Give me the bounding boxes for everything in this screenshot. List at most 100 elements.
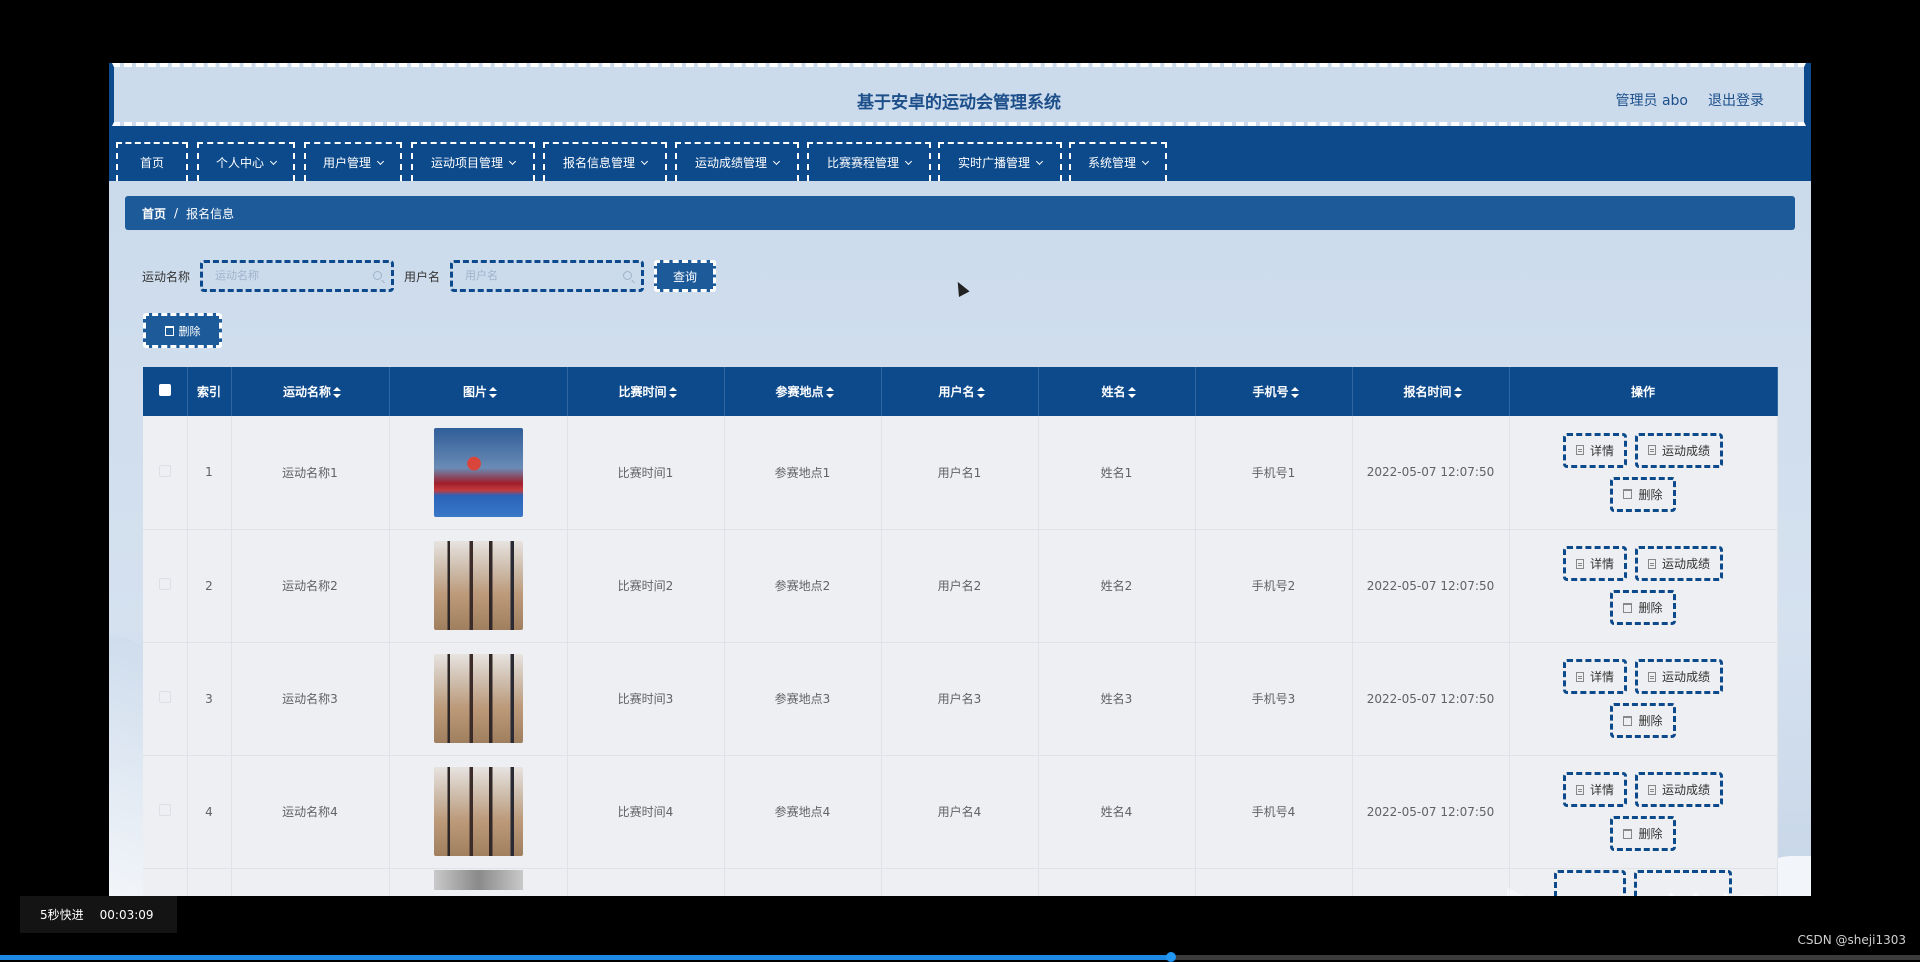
column-header-phone[interactable]: 手机号	[1195, 367, 1353, 416]
sport-image[interactable]	[433, 427, 523, 517]
query-button[interactable]: 查询	[654, 260, 717, 292]
column-header-label: 姓名	[1101, 385, 1126, 399]
score-button[interactable]	[1634, 869, 1732, 896]
detail-button[interactable]: 详情	[1562, 772, 1627, 807]
breadcrumb-home[interactable]: 首页	[142, 205, 166, 222]
detail-button[interactable]: 详情	[1562, 546, 1627, 581]
sport-image[interactable]	[433, 541, 523, 630]
sport-image[interactable]	[433, 767, 523, 856]
score-button[interactable]: 运动成绩	[1635, 546, 1724, 581]
score-button[interactable]: 运动成绩	[1635, 772, 1724, 807]
row-actions: 详情 运动成绩 删除	[1548, 659, 1738, 738]
row-checkbox[interactable]	[158, 804, 171, 816]
signup-table: 索引 运动名称 图片 比赛时间 参赛地点 用户名 姓名 手机号 报名时间 操作 …	[143, 367, 1778, 896]
breadcrumb-separator: /	[174, 206, 179, 220]
document-icon	[1575, 558, 1584, 569]
table-row-partial	[143, 868, 1778, 896]
nav-item-sports[interactable]: 运动项目管理	[411, 142, 535, 181]
column-header-name[interactable]: 姓名	[1038, 367, 1196, 416]
trash-icon	[164, 325, 174, 336]
cell-sport: 运动名称4	[231, 755, 390, 869]
detail-button[interactable]: 详情	[1562, 432, 1627, 468]
row-checkbox[interactable]	[158, 691, 171, 703]
sport-image[interactable]	[433, 654, 523, 743]
row-checkbox[interactable]	[158, 578, 171, 590]
username-field	[450, 260, 645, 292]
document-icon	[1575, 671, 1584, 682]
column-header-sport[interactable]: 运动名称	[231, 367, 390, 416]
cell-phone: 手机号4	[1195, 755, 1353, 869]
nav-item-users[interactable]: 用户管理	[304, 142, 402, 181]
cell-signup-time: 2022-05-07 12:07:50	[1352, 529, 1510, 643]
nav-item-home[interactable]: 首页	[116, 142, 188, 181]
select-all-checkbox[interactable]	[158, 384, 171, 396]
batch-delete-button[interactable]: 删除	[143, 313, 222, 348]
score-button[interactable]: 运动成绩	[1635, 659, 1724, 694]
cell-sport: 运动名称3	[231, 642, 390, 756]
detail-label: 详情	[1589, 670, 1614, 684]
progress-handle[interactable]	[1166, 952, 1177, 962]
score-label: 运动成绩	[1662, 670, 1711, 684]
delete-button[interactable]: 删除	[1610, 703, 1676, 738]
sport-name-input[interactable]	[203, 263, 354, 289]
delete-label: 删除	[1638, 827, 1663, 841]
cell-name: 姓名4	[1038, 755, 1196, 869]
nav-item-schedule[interactable]: 比赛赛程管理	[807, 142, 931, 181]
score-button[interactable]: 运动成绩	[1635, 432, 1724, 468]
nav-item-profile[interactable]: 个人中心	[197, 142, 295, 181]
nav-item-broadcast[interactable]: 实时广播管理	[938, 142, 1062, 181]
delete-button[interactable]: 删除	[1610, 476, 1676, 512]
table-row: 3 运动名称3 比赛时间3 参赛地点3 用户名3 姓名3 手机号3 2022-0…	[143, 642, 1778, 756]
search-icon	[373, 271, 383, 280]
cell-username: 用户名2	[881, 529, 1039, 643]
cell-sport: 运动名称2	[231, 529, 390, 643]
role-label: 管理员 abo	[1615, 93, 1688, 109]
nav-item-system[interactable]: 系统管理	[1069, 142, 1167, 181]
delete-label: 删除	[1638, 487, 1663, 502]
breadcrumb-current: 报名信息	[186, 206, 235, 221]
cell-match-time: 比赛时间2	[567, 529, 725, 643]
column-header-signup-time[interactable]: 报名时间	[1352, 367, 1510, 416]
cell-venue: 参赛地点3	[724, 642, 882, 756]
delete-button[interactable]: 删除	[1610, 590, 1676, 625]
app-window: 基于安卓的运动会管理系统 管理员 abo 退出登录 首页 个人中心 用户管理 运…	[109, 63, 1811, 896]
column-header-label: 参赛地点	[775, 385, 824, 399]
column-header-index: 索引	[187, 367, 232, 416]
detail-button[interactable]: 详情	[1562, 659, 1627, 694]
trash-icon	[1623, 828, 1633, 839]
detail-button[interactable]	[1554, 869, 1626, 896]
progress-bar[interactable]	[0, 952, 1920, 962]
cell-signup-time: 2022-05-07 12:07:50	[1352, 642, 1510, 756]
cell-match-time: 比赛时间3	[567, 642, 725, 756]
table-row: 2 运动名称2 比赛时间2 参赛地点2 用户名2 姓名2 手机号2 2022-0…	[143, 529, 1778, 643]
cell-match-time: 比赛时间1	[567, 416, 725, 530]
select-all-cell	[143, 367, 188, 416]
header-bar: 基于安卓的运动会管理系统 管理员 abo 退出登录	[112, 63, 1806, 126]
sport-image[interactable]	[433, 869, 523, 890]
username-input[interactable]	[453, 263, 604, 289]
cell-phone: 手机号2	[1195, 529, 1353, 643]
column-header-label: 比赛时间	[618, 385, 667, 399]
nav-item-scores[interactable]: 运动成绩管理	[675, 142, 799, 181]
chevron-down-icon	[1035, 157, 1044, 165]
nav-label: 运动成绩管理	[694, 156, 767, 170]
column-header-venue[interactable]: 参赛地点	[724, 367, 882, 416]
cell-signup-time: 2022-05-07 12:07:50	[1352, 416, 1510, 530]
nav-label: 系统管理	[1087, 156, 1136, 170]
speed-label[interactable]: 5秒快进	[40, 906, 84, 923]
nav-item-signup[interactable]: 报名信息管理	[543, 142, 667, 181]
column-header-label: 图片	[462, 385, 487, 399]
cell-index: 1	[187, 416, 232, 530]
chevron-down-icon	[640, 157, 649, 165]
column-header-match-time[interactable]: 比赛时间	[567, 367, 725, 416]
detail-label: 详情	[1589, 783, 1614, 797]
column-header-username[interactable]: 用户名	[881, 367, 1039, 416]
logout-link[interactable]: 退出登录	[1708, 90, 1764, 110]
score-label: 运动成绩	[1662, 557, 1711, 571]
top-nav: 首页 个人中心 用户管理 运动项目管理 报名信息管理 运动成绩管理 比赛赛程管理…	[109, 133, 1811, 181]
cell-signup-time: 2022-05-07 12:07:50	[1352, 755, 1510, 869]
cell-username: 用户名4	[881, 755, 1039, 869]
row-checkbox[interactable]	[158, 464, 171, 477]
delete-button[interactable]: 删除	[1610, 816, 1676, 851]
column-header-image[interactable]: 图片	[389, 367, 568, 416]
